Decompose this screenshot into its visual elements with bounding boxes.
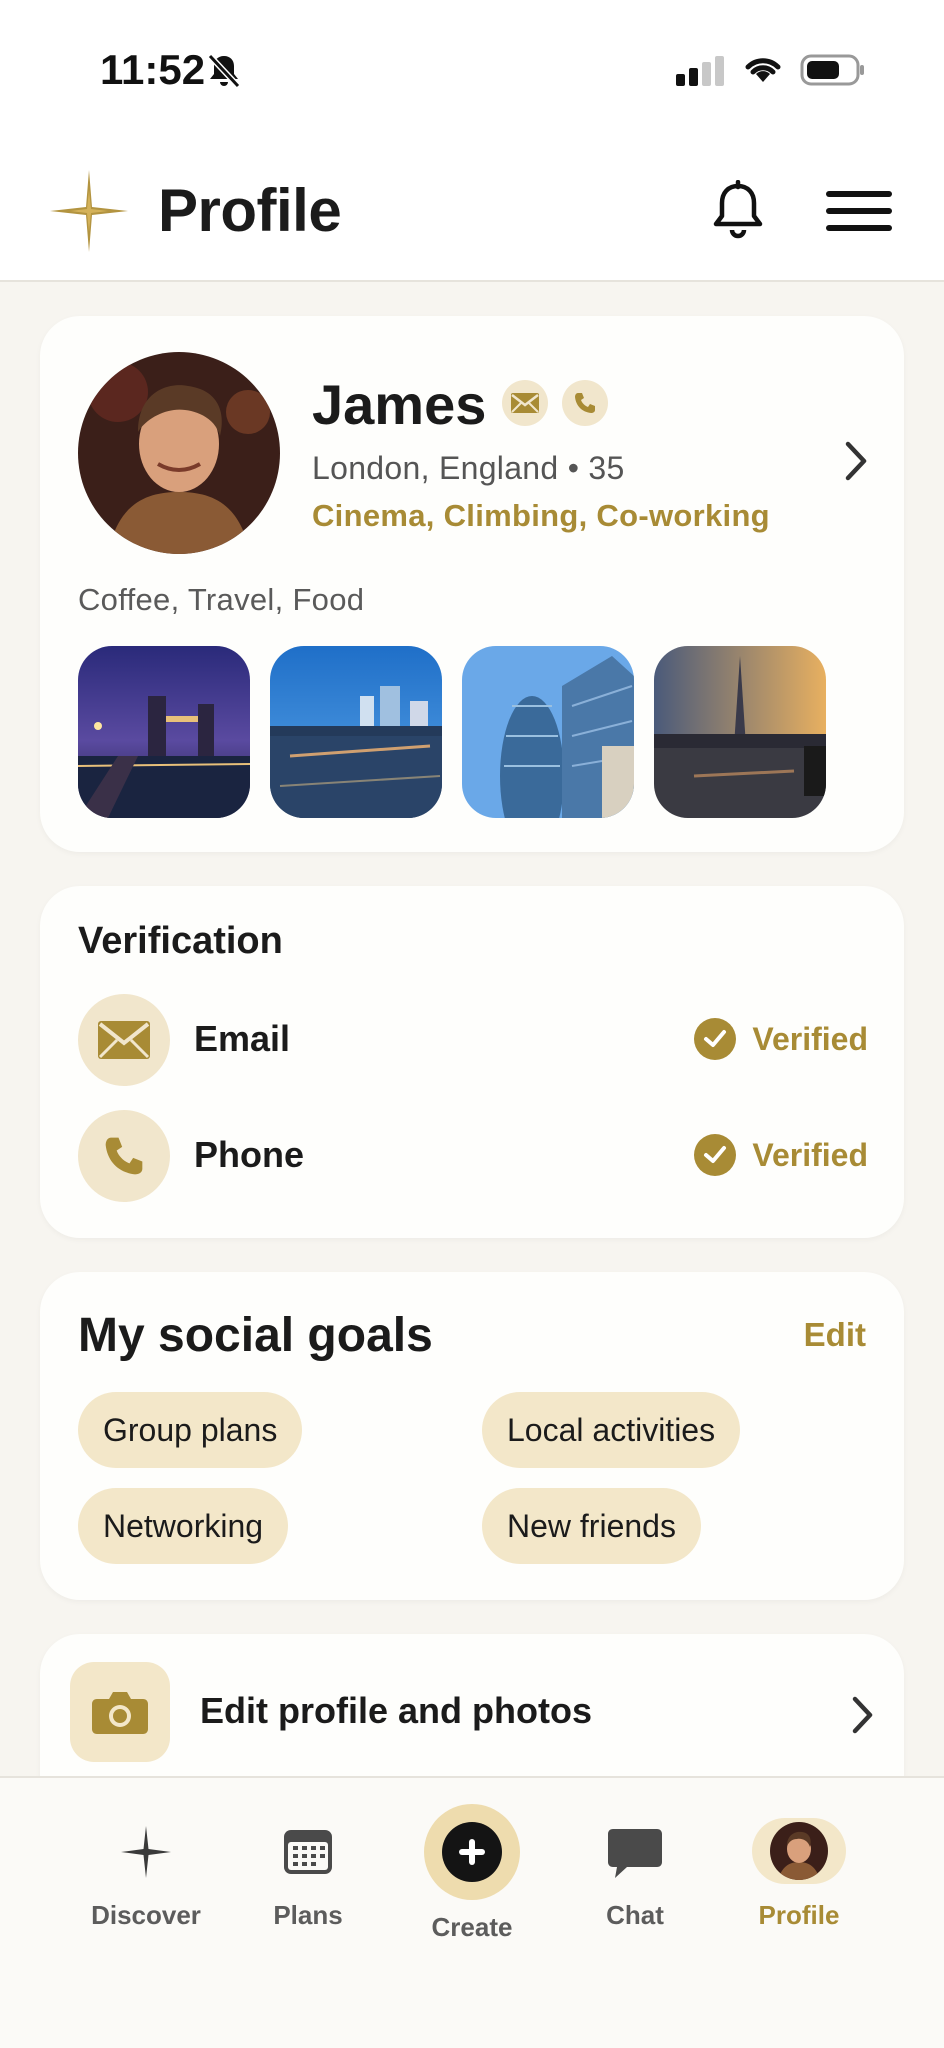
profile-photo-3[interactable]: [462, 646, 634, 818]
notification-bell-icon[interactable]: [708, 180, 768, 242]
active-tab-indicator: [752, 1818, 846, 1884]
tab-plans[interactable]: Plans: [228, 1778, 388, 1978]
verification-title: Verification: [78, 920, 283, 962]
verified-status: Verified: [694, 1134, 868, 1176]
tab-profile[interactable]: Profile: [719, 1778, 879, 1978]
chevron-right-icon[interactable]: [840, 436, 872, 486]
wifi-icon: [745, 58, 781, 82]
tab-label: Chat: [606, 1900, 664, 1930]
camera-icon: [92, 1692, 148, 1734]
phone-icon: [575, 393, 595, 413]
social-goals-card: My social goals Edit Group plans Local a…: [40, 1272, 904, 1600]
tab-chat[interactable]: Chat: [555, 1778, 715, 1978]
chevron-right-icon: [852, 1696, 873, 1734]
edit-profile-row[interactable]: Edit profile and photos: [40, 1634, 904, 1784]
verification-card: Verification Email Verified Phone Verifi…: [40, 886, 904, 1238]
envelope-icon: [511, 393, 539, 413]
profile-summary-card[interactable]: James London, England • 35 Cinema, Climb…: [40, 316, 904, 852]
phone-icon: [105, 1137, 143, 1175]
profile-photo-2[interactable]: [270, 646, 442, 818]
sparkle-icon: [121, 1826, 171, 1878]
profile-interests: Cinema, Climbing, Co-working: [312, 498, 770, 533]
camera-icon-tile: [70, 1662, 170, 1762]
verification-row-phone[interactable]: Phone Verified: [78, 1110, 868, 1202]
sparkle-logo-icon: [50, 170, 128, 252]
checkmark-icon: [694, 1018, 737, 1060]
app-header: Profile: [0, 140, 944, 282]
verification-label: Email: [194, 1018, 291, 1059]
email-verified-badge: [502, 380, 548, 426]
hamburger-menu-icon[interactable]: [824, 188, 894, 234]
status-time: 11:52: [100, 46, 206, 93]
edit-profile-label: Edit profile and photos: [200, 1690, 592, 1731]
tab-label: Discover: [91, 1900, 201, 1930]
tab-discover[interactable]: Discover: [66, 1778, 226, 1978]
avatar: [770, 1822, 828, 1880]
tab-label: Profile: [758, 1900, 840, 1930]
verified-text: Verified: [752, 1020, 868, 1057]
bottom-tab-bar: Discover Plans Create Chat Profile: [0, 1776, 944, 2048]
verification-label: Phone: [194, 1134, 305, 1175]
create-button[interactable]: [424, 1804, 520, 1900]
battery-icon: [800, 54, 864, 86]
cellular-signal-icon: [676, 56, 724, 86]
profile-photo-1[interactable]: [78, 646, 250, 818]
tab-label: Create: [431, 1912, 513, 1942]
calendar-icon: [284, 1830, 332, 1874]
verification-row-email[interactable]: Email Verified: [78, 994, 868, 1086]
profile-name: James: [312, 373, 487, 436]
bell-slash-icon: [207, 53, 241, 89]
email-icon-circle: [78, 994, 170, 1086]
phone-icon-circle: [78, 1110, 170, 1202]
envelope-icon: [98, 1021, 150, 1059]
goal-chip: New friends: [482, 1488, 701, 1564]
goal-chip: Local activities: [482, 1392, 741, 1468]
goal-chip: Networking: [78, 1488, 289, 1564]
verified-text: Verified: [752, 1136, 868, 1173]
profile-location-age: London, England • 35: [312, 450, 625, 486]
edit-goals-button[interactable]: Edit: [804, 1316, 866, 1354]
chat-bubble-icon: [608, 1829, 662, 1878]
goal-chip: Group plans: [78, 1392, 303, 1468]
verified-status: Verified: [694, 1018, 868, 1060]
tab-label: Plans: [273, 1900, 343, 1930]
plus-icon: [459, 1839, 485, 1865]
social-goals-title: My social goals: [78, 1309, 433, 1362]
status-bar: 11:52: [0, 0, 944, 140]
page-title: Profile: [158, 177, 342, 244]
profile-tags: Coffee, Travel, Food: [78, 582, 365, 617]
phone-verified-badge: [562, 380, 608, 426]
profile-avatar[interactable]: [78, 352, 280, 554]
profile-photo-4[interactable]: [654, 646, 826, 818]
checkmark-icon: [694, 1134, 737, 1176]
tab-create[interactable]: Create: [392, 1778, 552, 1978]
